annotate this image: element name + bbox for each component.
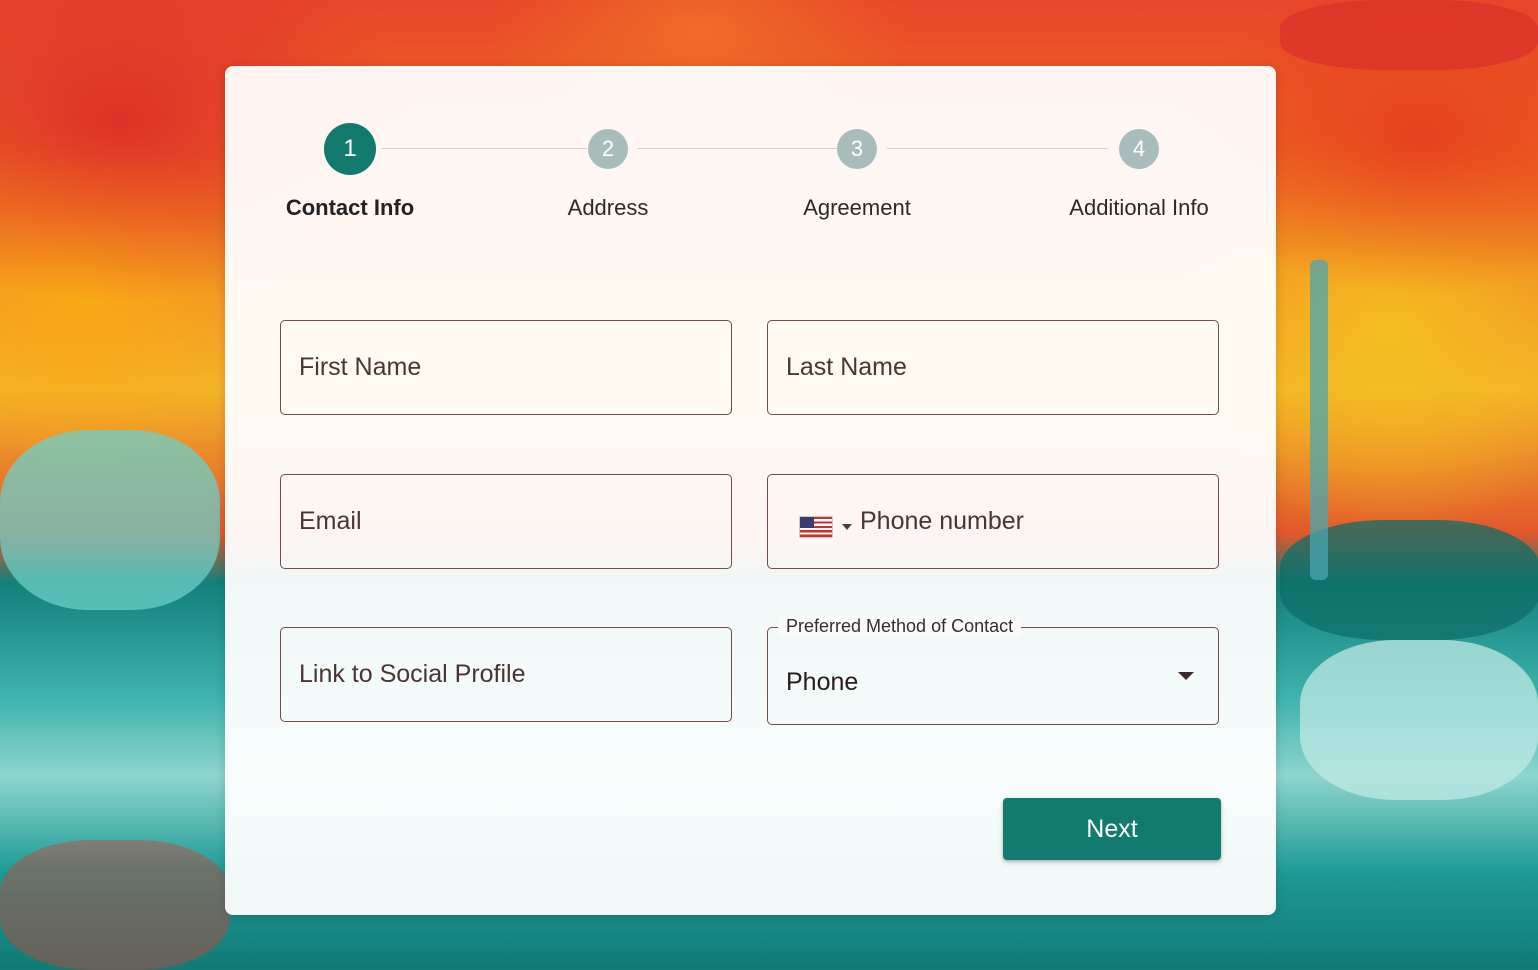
preferred-contact-value: Phone — [786, 668, 859, 696]
country-selector[interactable] — [800, 517, 852, 537]
step-number-3: 3 — [837, 129, 877, 169]
first-name-field — [280, 320, 732, 415]
step-contact-info[interactable]: 1 Contact Info — [250, 123, 450, 221]
stepper: 1 Contact Info 2 Address 3 Agreement 4 A… — [225, 66, 1276, 266]
step-label-address: Address — [567, 195, 649, 220]
next-button[interactable]: Next — [1003, 798, 1221, 860]
social-profile-input[interactable] — [299, 628, 709, 720]
last-name-field — [767, 320, 1219, 415]
step-label-contact-info: Contact Info — [285, 195, 415, 220]
email-input[interactable] — [299, 475, 709, 567]
step-additional-info[interactable]: 4 Additional Info — [1039, 123, 1239, 221]
form-card: 1 Contact Info 2 Address 3 Agreement 4 A… — [225, 66, 1276, 915]
social-profile-field — [280, 627, 732, 722]
step-address[interactable]: 2 Address — [508, 123, 708, 221]
us-flag-icon — [800, 517, 832, 537]
first-name-input[interactable] — [299, 321, 709, 413]
dropdown-arrow-icon — [1178, 672, 1194, 680]
last-name-input[interactable] — [786, 321, 1196, 413]
step-label-agreement: Agreement — [803, 195, 911, 220]
phone-input[interactable] — [860, 475, 1200, 567]
chevron-down-icon — [842, 524, 852, 530]
preferred-contact-select[interactable]: Preferred Method of Contact Phone — [767, 616, 1219, 725]
email-field — [280, 474, 732, 569]
step-agreement[interactable]: 3 Agreement — [757, 123, 957, 221]
preferred-contact-label: Preferred Method of Contact — [778, 616, 1022, 637]
phone-field — [767, 474, 1219, 569]
step-number-4: 4 — [1119, 129, 1159, 169]
step-label-additional-info: Additional Info — [1069, 195, 1209, 220]
step-number-1: 1 — [324, 123, 376, 175]
step-number-2: 2 — [588, 129, 628, 169]
